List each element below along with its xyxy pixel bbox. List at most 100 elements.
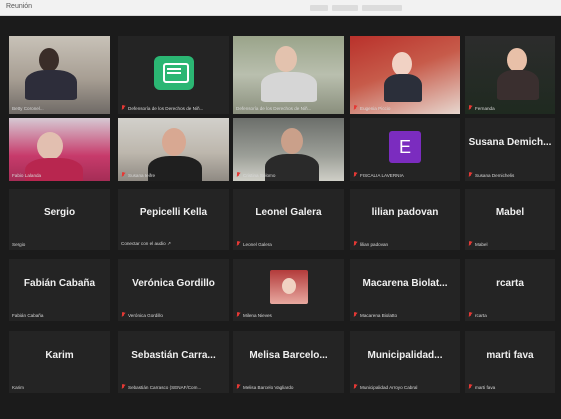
participant-tile[interactable]: Sergio Sergio bbox=[9, 189, 110, 250]
participant-tile[interactable]: Pepicelli Kella Conectar con el audio ↗ bbox=[118, 189, 229, 250]
mic-muted-icon bbox=[121, 105, 125, 111]
participant-name: Municipalidad Arroyo Cabral bbox=[360, 384, 418, 390]
participant-name-bar: Karim bbox=[12, 385, 107, 390]
participant-name-bar: Fabián Cabaña bbox=[12, 313, 107, 318]
participant-tile[interactable]: Fabián Cabaña Fabián Cabaña bbox=[9, 259, 110, 321]
participant-display-name: Macarena Biolat... bbox=[362, 277, 448, 289]
participant-name: Milena Nieves bbox=[243, 312, 272, 318]
participant-tile[interactable]: Fernanda bbox=[465, 36, 555, 114]
participant-name: Macarena Biolatto bbox=[360, 312, 398, 318]
participant-display-name: Sebastián Carra... bbox=[131, 349, 216, 361]
participant-name-bar: Defensoría de los Derechos de Niñ... bbox=[121, 105, 226, 111]
mic-muted-icon bbox=[121, 312, 125, 318]
participant-name: Karim bbox=[12, 385, 24, 390]
participant-name: Susana Demichelis bbox=[475, 172, 515, 178]
chat-logo-icon bbox=[153, 56, 194, 91]
participant-name-bar: Defensoría de los Derechos de Niñ... bbox=[236, 106, 341, 111]
participant-name: Betty Coronel... bbox=[12, 106, 44, 111]
gallery-view: Betty Coronel... Defensoría de los Derech… bbox=[0, 16, 561, 419]
mic-muted-icon bbox=[236, 172, 240, 178]
participant-display-name: Municipalidad... bbox=[367, 349, 443, 361]
participant-name-bar: Fernanda bbox=[468, 105, 552, 111]
mic-muted-icon bbox=[353, 312, 357, 318]
participant-name-bar: Betty Coronel... bbox=[12, 106, 107, 111]
participant-name-bar: Eugenia Piccio bbox=[353, 105, 457, 111]
participant-name: Defensoría de los Derechos de Niñ... bbox=[128, 105, 204, 111]
avatar bbox=[269, 270, 308, 305]
participant-body bbox=[384, 74, 422, 102]
participant-tile[interactable]: Verónica Gordillo Verónica Gordillo bbox=[118, 259, 229, 321]
mic-muted-icon bbox=[468, 241, 472, 247]
participant-name: Fabio Lalanda bbox=[12, 173, 42, 178]
participant-name-bar: Mabel bbox=[468, 241, 552, 247]
window-titlebar: Reunión bbox=[0, 0, 561, 16]
participant-display-name: Leonel Galera bbox=[255, 207, 322, 219]
participant-tile[interactable]: Mabel Mabel bbox=[465, 189, 555, 250]
participant-display-name: Pepicelli Kella bbox=[139, 207, 208, 219]
participant-tile[interactable]: Fabio Lalanda bbox=[9, 118, 110, 181]
participant-name-bar: Fabio Lalanda bbox=[12, 173, 107, 178]
mic-muted-icon bbox=[121, 172, 125, 178]
participant-video bbox=[233, 36, 344, 114]
participant-head bbox=[162, 128, 186, 156]
participant-tile[interactable]: rcarta rcarta bbox=[465, 259, 555, 321]
participant-body bbox=[25, 70, 77, 100]
participant-tile[interactable]: Betty Coronel... bbox=[9, 36, 110, 114]
participant-tile[interactable]: Macarena Biolat... Macarena Biolatto bbox=[350, 259, 460, 321]
participant-body bbox=[497, 70, 539, 100]
participant-name-bar: Municipalidad Arroyo Cabral bbox=[353, 384, 457, 390]
participant-tile[interactable]: Milena Nieves bbox=[233, 259, 344, 321]
participant-head bbox=[275, 46, 297, 72]
participant-tile[interactable]: Cristina Solomo bbox=[233, 118, 344, 181]
participant-tile[interactable]: Susana Ieifre bbox=[118, 118, 229, 181]
participant-name-bar: Verónica Gordillo bbox=[121, 312, 226, 318]
participant-name-bar: Sebastián Carrasco (SENAF/Com... bbox=[121, 384, 226, 390]
participant-display-name: Verónica Gordillo bbox=[132, 277, 215, 289]
mic-muted-icon bbox=[236, 241, 240, 247]
participant-tile[interactable]: Melisa Barcelo... Melisa Barcelo Vagliard… bbox=[233, 331, 344, 393]
participant-video bbox=[350, 36, 460, 114]
participant-video bbox=[9, 118, 110, 181]
participant-name-bar: Conectar con el audio ↗ bbox=[121, 241, 226, 247]
participant-name-bar: Melisa Barcelo Vagliardo bbox=[236, 384, 341, 390]
participant-tile[interactable]: lilian padovan lilian padovan bbox=[350, 189, 460, 250]
window-title: Reunión bbox=[6, 3, 33, 10]
mic-muted-icon bbox=[236, 312, 240, 318]
participant-name-bar: Susana Demichelis bbox=[468, 172, 552, 178]
participant-display-name: Susana Demich... bbox=[468, 136, 552, 148]
participant-name: Melisa Barcelo Vagliardo bbox=[243, 384, 294, 390]
participant-display-name: lilian padovan bbox=[371, 207, 439, 219]
participant-tile[interactable]: marti fava marti fava bbox=[465, 331, 555, 393]
participant-head bbox=[37, 132, 63, 160]
participant-name-bar: lilian padovan bbox=[353, 241, 457, 247]
participant-tile[interactable]: Municipalidad... Municipalidad Arroyo Cab… bbox=[350, 331, 460, 393]
participant-head bbox=[281, 278, 296, 295]
participant-tile[interactable]: Susana Demich... Susana Demichelis bbox=[465, 118, 555, 181]
participant-name: marti fava bbox=[475, 384, 496, 390]
participant-tile[interactable]: E FISCALIA LAVERNIA bbox=[350, 118, 460, 181]
participant-tile[interactable]: Sebastián Carra... Sebastián Carrasco (SE… bbox=[118, 331, 229, 393]
participant-tile[interactable]: Karim Karim bbox=[9, 331, 110, 393]
participant-tile[interactable]: Defensoría de los Derechos de Niñ... bbox=[233, 36, 344, 114]
participant-name: Conectar con el audio ↗ bbox=[121, 241, 171, 246]
mic-muted-icon bbox=[468, 384, 472, 390]
participant-display-name: marti fava bbox=[486, 349, 534, 361]
participant-tile[interactable]: Eugenia Piccio bbox=[350, 36, 460, 114]
participant-display-name: Sergio bbox=[43, 207, 76, 219]
participant-tile[interactable]: Leonel Galera Leonel Galera bbox=[233, 189, 344, 250]
participant-name-bar: Milena Nieves bbox=[236, 312, 341, 318]
participant-name: Fernanda bbox=[475, 105, 495, 111]
participant-display-name: Mabel bbox=[495, 207, 525, 219]
mic-muted-icon bbox=[353, 241, 357, 247]
participant-tile[interactable]: Defensoría de los Derechos de Niñ... bbox=[118, 36, 229, 114]
participant-display-name: Karim bbox=[45, 349, 74, 361]
participant-name: Sebastián Carrasco (SENAF/Com... bbox=[128, 384, 202, 390]
participant-name: Eugenia Piccio bbox=[360, 105, 391, 111]
titlebar-controls bbox=[300, 5, 420, 11]
participant-name: Verónica Gordillo bbox=[128, 312, 163, 318]
participant-name: Mabel bbox=[475, 241, 488, 247]
participant-name: Defensoría de los Derechos de Niñ... bbox=[236, 106, 312, 111]
participant-name-bar: marti fava bbox=[468, 384, 552, 390]
participant-name-bar: rcarta bbox=[468, 312, 552, 318]
participant-head bbox=[392, 52, 412, 76]
